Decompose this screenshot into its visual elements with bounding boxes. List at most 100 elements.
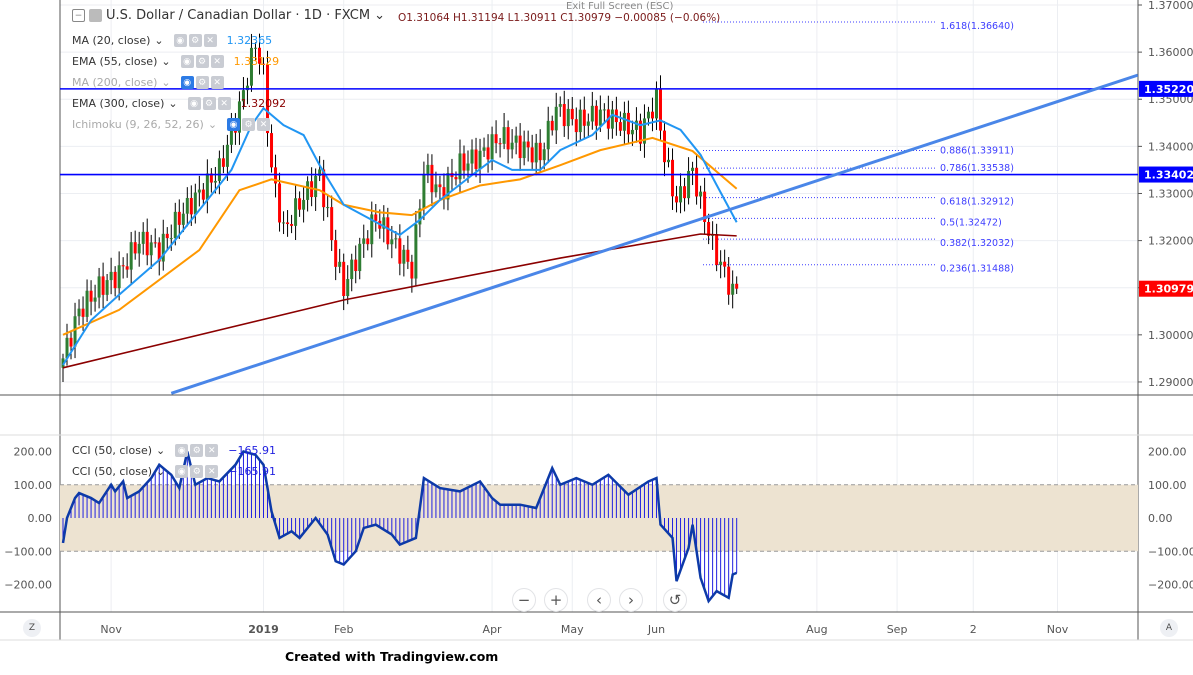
cci-label[interactable]: CCI (50, close) [72,444,152,457]
indicator-label[interactable]: EMA (300, close) [72,97,164,110]
candle-body [145,231,149,256]
candle-body [715,234,719,265]
close-icon[interactable]: ✕ [217,97,231,110]
candle-body [193,192,197,215]
chevron-down-icon[interactable]: ⌄ [168,97,177,110]
gear-icon[interactable]: ⚙ [195,55,209,68]
fib-level-label: 0.618(1.32912) [940,197,1014,208]
candle-body [438,184,442,188]
close-icon[interactable]: ✕ [257,118,271,131]
candle-body [225,144,229,167]
close-icon[interactable]: ✕ [203,34,217,47]
indicator-legend[interactable]: Ichimoku (9, 26, 52, 26) ⌄ ◉ ⚙ ✕ [72,118,280,131]
candle-body [394,238,398,240]
candle-body [93,297,97,302]
cci-legend[interactable]: CCI (50, close) ⌄ ◉ ⚙ ✕ −165.91 [72,444,276,457]
candle-body [410,261,414,279]
candle-body [402,249,406,264]
indicator-legend[interactable]: EMA (55, close) ⌄ ◉ ⚙ ✕ 1.33129 [72,55,279,68]
candle-body [133,242,137,254]
gear-icon[interactable]: ⚙ [188,34,202,47]
close-icon[interactable]: ✕ [210,55,224,68]
candle-body [454,177,458,180]
zoom-out-button[interactable]: − [512,588,536,612]
candle-body [302,199,306,210]
candle-body [165,233,169,239]
indicator-label[interactable]: MA (200, close) [72,76,157,89]
close-icon[interactable]: ✕ [205,465,219,478]
flag-icon[interactable] [89,9,102,22]
cci-legend[interactable]: CCI (50, close) ⌄ ◉ ⚙ ✕ −165.91 [72,465,276,478]
time-tick-label: 2 [970,623,977,636]
indicator-legend[interactable]: MA (20, close) ⌄ ◉ ⚙ ✕ 1.32365 [72,34,272,47]
indicator-legend[interactable]: EMA (300, close) ⌄ ◉ ⚙ ✕ 1.32092 [72,97,286,110]
collapse-icon[interactable]: − [72,9,85,22]
auto-scale-button[interactable]: A [1160,619,1178,637]
fib-level-label: 0.886(1.33911) [940,146,1014,157]
exit-fullscreen-hint[interactable]: Exit Full Screen (ESC) [566,1,673,12]
price-tick-label: 1.30000 [1148,329,1193,342]
candle-body [85,290,89,317]
ohlc-readout: O1.31064 H1.31194 L1.30911 C1.30979 −0.0… [398,12,721,24]
scroll-back-button[interactable]: ‹ [587,588,611,612]
gear-icon[interactable]: ⚙ [242,118,256,131]
gear-icon[interactable]: ⚙ [190,444,204,457]
cci-label[interactable]: CCI (50, close) [72,465,152,478]
candle-body [566,108,570,127]
candle-body [362,238,366,244]
gear-icon[interactable]: ⚙ [202,97,216,110]
eye-icon[interactable]: ◉ [173,34,187,47]
hidden-eye-icon[interactable]: ◉ [227,118,241,131]
indicator-label[interactable]: Ichimoku (9, 26, 52, 26) [72,118,204,131]
fib-level-label: 0.786(1.33538) [940,163,1014,174]
candle-body [462,153,466,171]
candle-body [671,159,675,197]
hidden-eye-icon[interactable]: ◉ [180,76,194,89]
time-tick-label: May [561,623,584,636]
eye-icon[interactable]: ◉ [175,465,189,478]
indicator-label[interactable]: MA (20, close) [72,34,150,47]
cci-tick-label-left: −100.00 [4,545,52,558]
zoom-in-button[interactable]: + [544,588,568,612]
chevron-down-icon[interactable]: ⌄ [161,55,170,68]
candle-body [534,142,538,163]
chevron-down-icon[interactable]: ⌄ [208,118,217,131]
close-icon[interactable]: ✕ [210,76,224,89]
timezone-button[interactable]: Z [23,619,41,637]
gear-icon[interactable]: ⚙ [195,76,209,89]
gear-icon[interactable]: ⚙ [190,465,204,478]
time-tick-label: Aug [806,623,827,636]
candle-body [550,120,554,131]
candle-body [406,249,410,262]
indicator-label[interactable]: EMA (55, close) [72,55,157,68]
cci-tick-label: 0.00 [1148,512,1173,525]
candle-body [125,266,129,270]
chevron-down-icon[interactable]: ⌄ [161,76,170,89]
candle-body [654,88,658,119]
candle-body [350,259,354,280]
price-tick-label: 1.37000 [1148,0,1193,12]
chevron-down-icon[interactable]: ⌄ [156,465,165,478]
chevron-down-icon[interactable]: ⌄ [156,444,165,457]
candle-body [338,261,342,267]
eye-icon[interactable]: ◉ [180,55,194,68]
indicator-legend[interactable]: MA (200, close) ⌄ ◉ ⚙ ✕ [72,76,234,89]
candle-body [542,149,546,161]
candle-body [153,242,157,244]
cci-tick-label-left: 200.00 [14,446,53,459]
candle-body [366,238,370,245]
cci-tick-label: 100.00 [1148,479,1187,492]
symbol-title[interactable]: U.S. Dollar / Canadian Dollar · 1D · FXC… [106,8,370,23]
candle-body [546,120,550,150]
candle-body [510,142,514,150]
candle-body [723,261,727,267]
chevron-down-icon[interactable]: ⌄ [374,8,385,23]
candle-body [646,111,650,119]
eye-icon[interactable]: ◉ [187,97,201,110]
price-tick-label: 1.32000 [1148,235,1193,248]
eye-icon[interactable]: ◉ [175,444,189,457]
close-icon[interactable]: ✕ [205,444,219,457]
scroll-forward-button[interactable]: › [619,588,643,612]
chevron-down-icon[interactable]: ⌄ [154,34,163,47]
reset-chart-button[interactable]: ↺ [663,588,687,612]
